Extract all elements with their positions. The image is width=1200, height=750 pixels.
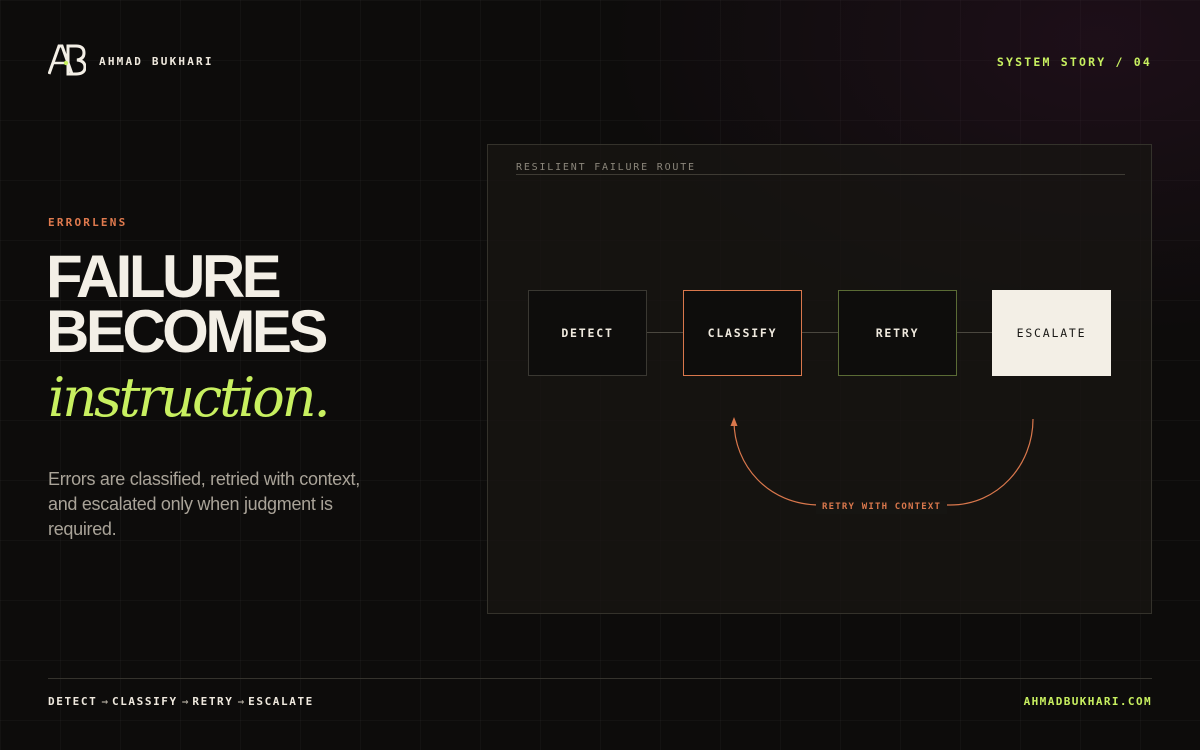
description: Errors are classified, retried with cont…	[48, 469, 360, 539]
diagram-panel: RESILIENT FAILURE ROUTE DETECT CLASSIFY …	[487, 144, 1152, 614]
retry-loop-arrow	[730, 417, 1034, 506]
retry-loop-label: RETRY WITH CONTEXT	[816, 501, 948, 514]
headline-accent: instruction.	[48, 366, 331, 429]
project-kicker: ERRORLENS	[48, 216, 128, 229]
story-tag: SYSTEM STORY / 04	[996, 55, 1152, 69]
headline-line-1: FAILURE	[46, 243, 282, 310]
footer-flow: DETECT → CLASSIFY → RETRY → ESCALATE	[48, 695, 314, 708]
footer-flow-step: DETECT	[48, 695, 98, 708]
footer-site-link[interactable]: AHMADBUKHARI.COM	[1024, 695, 1152, 708]
footer-flow-step: CLASSIFY	[111, 695, 178, 708]
arrow-right-icon: →	[181, 695, 189, 708]
footer-flow-step: RETRY	[192, 695, 234, 708]
arrow-right-icon: →	[237, 695, 245, 708]
brand-logo	[48, 44, 86, 76]
brand-name[interactable]: AHMAD BUKHARI	[99, 55, 214, 68]
arrow-right-icon: →	[101, 695, 108, 708]
footer-flow-step: ESCALATE	[248, 695, 314, 708]
footer-divider	[48, 678, 1152, 679]
headline: FAILURE BECOMES	[46, 243, 328, 365]
headline-line-2: BECOMES	[46, 298, 328, 365]
